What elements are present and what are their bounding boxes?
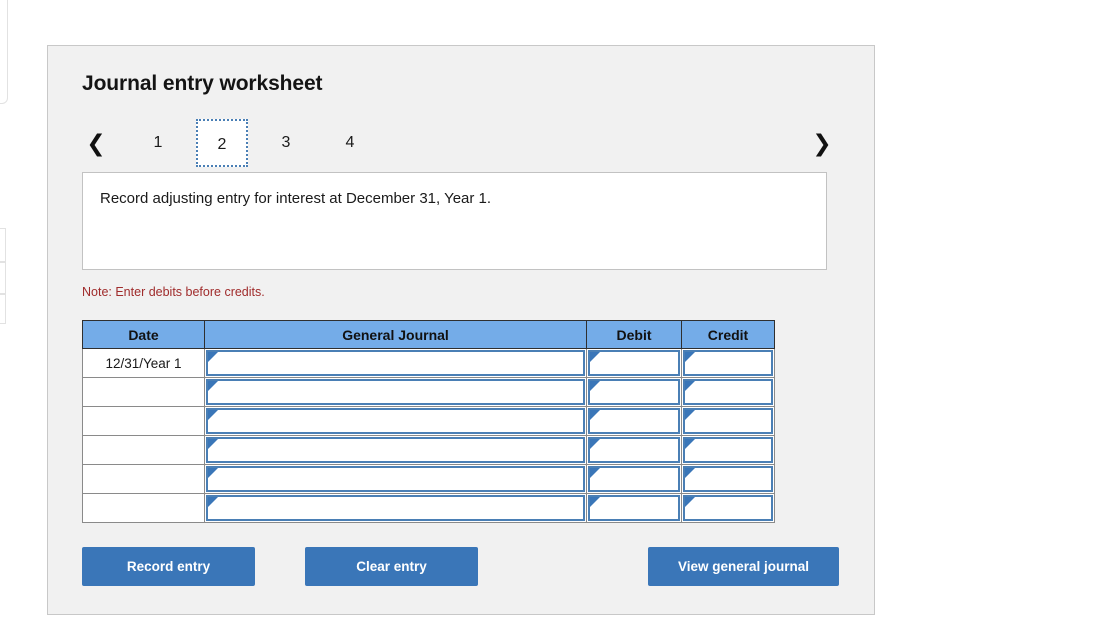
table-row xyxy=(82,406,775,436)
chevron-right-icon[interactable]: ❯ xyxy=(808,128,836,158)
general-journal-input-row-5[interactable] xyxy=(206,466,585,492)
background-panel-fragment-row-2 xyxy=(0,262,6,294)
table-row xyxy=(82,377,775,407)
general-journal-input-row-6[interactable] xyxy=(206,495,585,521)
date-cell-row-4[interactable] xyxy=(82,435,205,465)
view-general-journal-button[interactable]: View general journal xyxy=(648,547,839,586)
tab-4[interactable]: 4 xyxy=(324,119,376,167)
credit-cell-row-6[interactable] xyxy=(681,493,775,523)
debit-cell-row-6[interactable] xyxy=(586,493,682,523)
table-row xyxy=(82,493,775,523)
debit-cell-row-5[interactable] xyxy=(586,464,682,494)
debit-input-row-6[interactable] xyxy=(588,495,680,521)
background-panel-fragment-row-1 xyxy=(0,228,6,262)
date-cell-row-1[interactable]: 12/31/Year 1 xyxy=(82,348,205,378)
general-journal-input-row-4[interactable] xyxy=(206,437,585,463)
debits-before-credits-note: Note: Enter debits before credits. xyxy=(82,285,265,299)
table-row xyxy=(82,435,775,465)
journal-entry-worksheet-panel: Journal entry worksheet ❮ 1 2 3 4 ❯ Reco… xyxy=(47,45,875,615)
column-header-credit: Credit xyxy=(681,320,775,349)
date-cell-row-6[interactable] xyxy=(82,493,205,523)
credit-cell-row-5[interactable] xyxy=(681,464,775,494)
date-cell-row-5[interactable] xyxy=(82,464,205,494)
debit-input-row-2[interactable] xyxy=(588,379,680,405)
table-row xyxy=(82,464,775,494)
tab-1[interactable]: 1 xyxy=(132,119,184,167)
general-journal-cell-row-6[interactable] xyxy=(204,493,587,523)
credit-input-row-6[interactable] xyxy=(683,495,773,521)
column-header-debit: Debit xyxy=(586,320,682,349)
debit-input-row-1[interactable] xyxy=(588,350,680,376)
general-journal-cell-row-4[interactable] xyxy=(204,435,587,465)
background-panel-fragment-row-3 xyxy=(0,294,6,324)
credit-cell-row-2[interactable] xyxy=(681,377,775,407)
journal-entry-table: Date General Journal Debit Credit 12/31/… xyxy=(82,320,775,523)
worksheet-tab-strip: ❮ 1 2 3 4 ❯ xyxy=(82,116,842,172)
clear-entry-button[interactable]: Clear entry xyxy=(305,547,478,586)
credit-cell-row-3[interactable] xyxy=(681,406,775,436)
general-journal-cell-row-2[interactable] xyxy=(204,377,587,407)
debit-cell-row-4[interactable] xyxy=(586,435,682,465)
tab-3[interactable]: 3 xyxy=(260,119,312,167)
chevron-left-icon[interactable]: ❮ xyxy=(82,128,110,158)
general-journal-input-row-3[interactable] xyxy=(206,408,585,434)
table-header-row: Date General Journal Debit Credit xyxy=(82,320,775,349)
credit-input-row-5[interactable] xyxy=(683,466,773,492)
credit-input-row-4[interactable] xyxy=(683,437,773,463)
instruction-text: Record adjusting entry for interest at D… xyxy=(100,190,492,207)
column-header-general-journal: General Journal xyxy=(204,320,587,349)
column-header-date: Date xyxy=(82,320,205,349)
tab-2[interactable]: 2 xyxy=(196,119,248,167)
record-entry-button[interactable]: Record entry xyxy=(82,547,255,586)
debit-cell-row-1[interactable] xyxy=(586,348,682,378)
date-cell-row-3[interactable] xyxy=(82,406,205,436)
general-journal-input-row-2[interactable] xyxy=(206,379,585,405)
general-journal-cell-row-5[interactable] xyxy=(204,464,587,494)
credit-input-row-3[interactable] xyxy=(683,408,773,434)
credit-cell-row-1[interactable] xyxy=(681,348,775,378)
date-cell-row-2[interactable] xyxy=(82,377,205,407)
general-journal-cell-row-1[interactable] xyxy=(204,348,587,378)
credit-input-row-2[interactable] xyxy=(683,379,773,405)
general-journal-cell-row-3[interactable] xyxy=(204,406,587,436)
credit-input-row-1[interactable] xyxy=(683,350,773,376)
table-row: 12/31/Year 1 xyxy=(82,348,775,378)
page-title: Journal entry worksheet xyxy=(82,72,323,95)
instruction-box: Record adjusting entry for interest at D… xyxy=(82,172,827,270)
credit-cell-row-4[interactable] xyxy=(681,435,775,465)
background-panel-fragment-top xyxy=(0,0,8,104)
debit-cell-row-3[interactable] xyxy=(586,406,682,436)
debit-input-row-5[interactable] xyxy=(588,466,680,492)
debit-input-row-3[interactable] xyxy=(588,408,680,434)
general-journal-input-row-1[interactable] xyxy=(206,350,585,376)
screen: Journal entry worksheet ❮ 1 2 3 4 ❯ Reco… xyxy=(0,0,1105,622)
debit-input-row-4[interactable] xyxy=(588,437,680,463)
debit-cell-row-2[interactable] xyxy=(586,377,682,407)
